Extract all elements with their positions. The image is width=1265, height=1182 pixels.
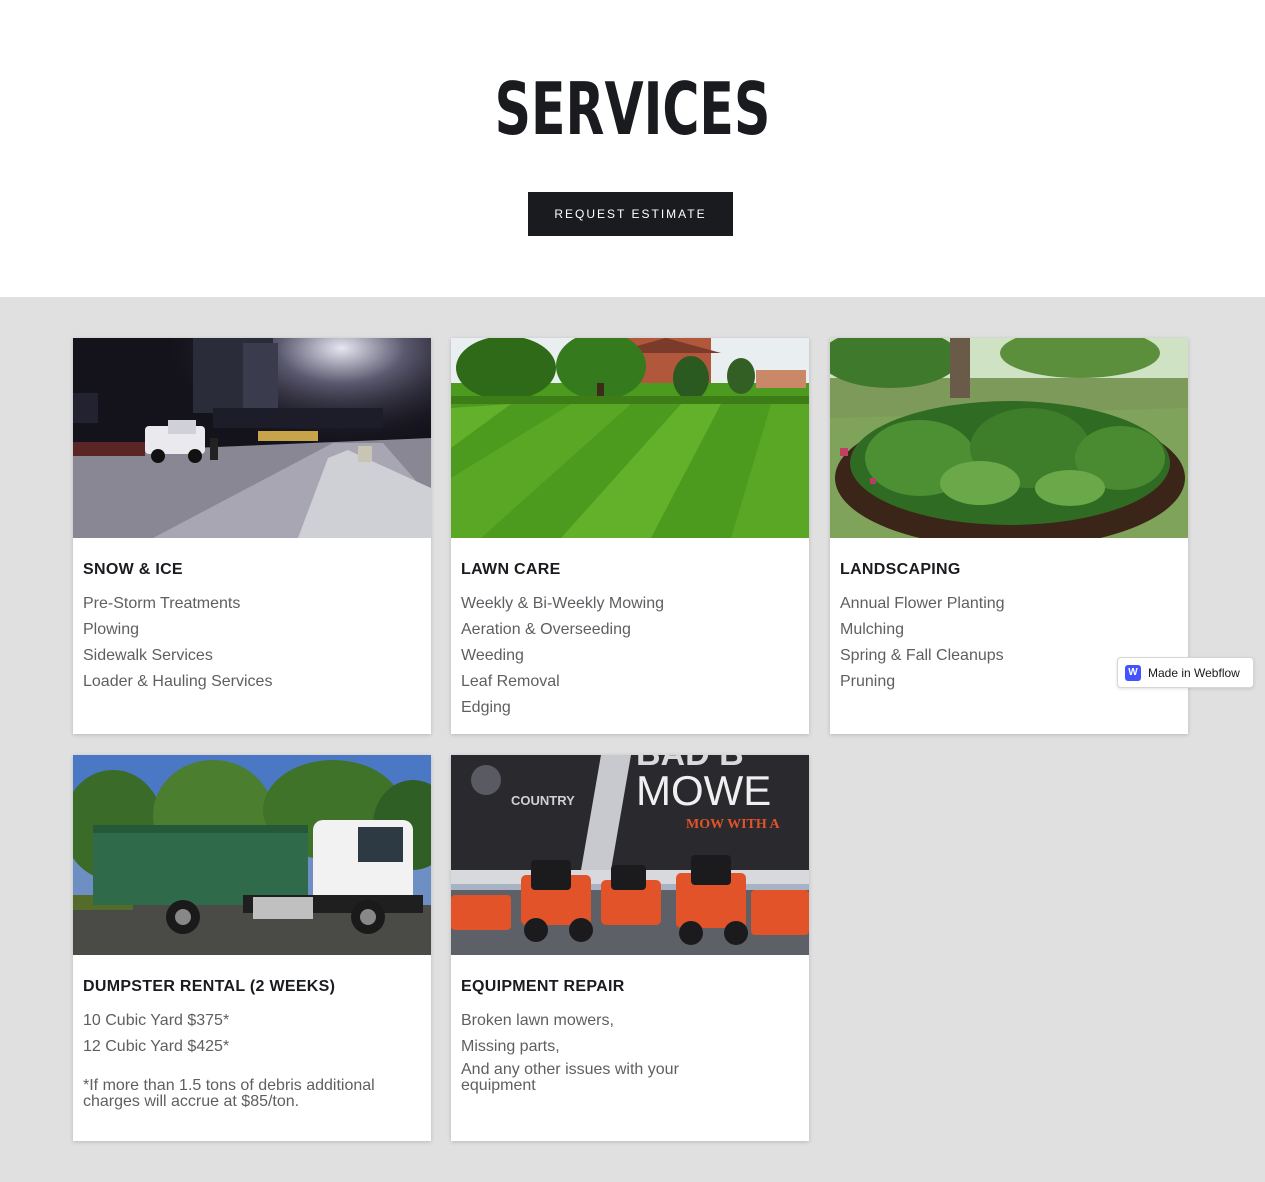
- badge-label: Made in Webflow: [1148, 665, 1240, 680]
- made-in-webflow-badge[interactable]: W Made in Webflow: [1117, 657, 1254, 688]
- dumpster-truck-image: [73, 755, 431, 955]
- service-item: 10 Cubic Yard $375*: [83, 1012, 230, 1029]
- snow-plowing-image: [73, 338, 431, 538]
- service-item: Weekly & Bi-Weekly Mowing: [461, 595, 665, 612]
- service-title: EQUIPMENT REPAIR: [461, 978, 625, 995]
- card-body: EQUIPMENT REPAIR Broken lawn mowers, Mis…: [451, 955, 809, 1094]
- lawn-image: [451, 338, 809, 538]
- service-item: Weeding: [461, 647, 524, 664]
- mowers-image: BAD B MOWE MOW WITH A COUNTRY: [451, 755, 809, 955]
- service-card-dumpster-rental: DUMPSTER RENTAL (2 WEEKS) 10 Cubic Yard …: [73, 755, 431, 1141]
- service-item: Missing parts,: [461, 1038, 560, 1055]
- service-note: *If more than 1.5 tons of debris additio…: [83, 1077, 375, 1110]
- service-title: SNOW & ICE: [83, 561, 183, 578]
- hero-section: SERVICES REQUEST ESTIMATE: [0, 0, 1265, 297]
- service-item: Broken lawn mowers,: [461, 1012, 614, 1029]
- landscaping-image: [830, 338, 1188, 538]
- service-item: Leaf Removal: [461, 673, 560, 690]
- request-estimate-button[interactable]: REQUEST ESTIMATE: [528, 192, 733, 236]
- service-item: Annual Flower Planting: [840, 595, 1005, 612]
- card-body: SNOW & ICE Pre-Storm Treatments Plowing …: [73, 538, 431, 695]
- service-note: And any other issues with your equipment: [461, 1061, 679, 1094]
- service-item: Aeration & Overseeding: [461, 621, 631, 638]
- service-item: Mulching: [840, 621, 905, 638]
- page-title: SERVICES: [494, 67, 771, 151]
- service-title: LAWN CARE: [461, 561, 561, 578]
- service-item: Loader & Hauling Services: [83, 673, 273, 690]
- banner-text: MOWE: [636, 767, 771, 814]
- service-card-snow-ice: SNOW & ICE Pre-Storm Treatments Plowing …: [73, 338, 431, 734]
- service-item: Plowing: [83, 621, 140, 638]
- service-item: Pre-Storm Treatments: [83, 595, 241, 612]
- service-card-lawn-care: LAWN CARE Weekly & Bi-Weekly Mowing Aera…: [451, 338, 809, 734]
- webflow-logo-icon: W: [1125, 664, 1141, 681]
- card-body: DUMPSTER RENTAL (2 WEEKS) 10 Cubic Yard …: [73, 955, 431, 1110]
- card-body: LAWN CARE Weekly & Bi-Weekly Mowing Aera…: [451, 538, 809, 721]
- service-item: Sidewalk Services: [83, 647, 213, 664]
- service-title: DUMPSTER RENTAL (2 WEEKS): [83, 978, 336, 995]
- service-item: 12 Cubic Yard $425*: [83, 1038, 230, 1055]
- banner-sub-text: MOW WITH A: [686, 817, 781, 832]
- services-grid: SNOW & ICE Pre-Storm Treatments Plowing …: [0, 297, 1265, 1182]
- service-item: Edging: [461, 699, 511, 716]
- service-card-equipment-repair: BAD B MOWE MOW WITH A COUNTRY: [451, 755, 809, 1141]
- banner-country-text: COUNTRY: [511, 793, 575, 808]
- service-title: LANDSCAPING: [840, 561, 961, 578]
